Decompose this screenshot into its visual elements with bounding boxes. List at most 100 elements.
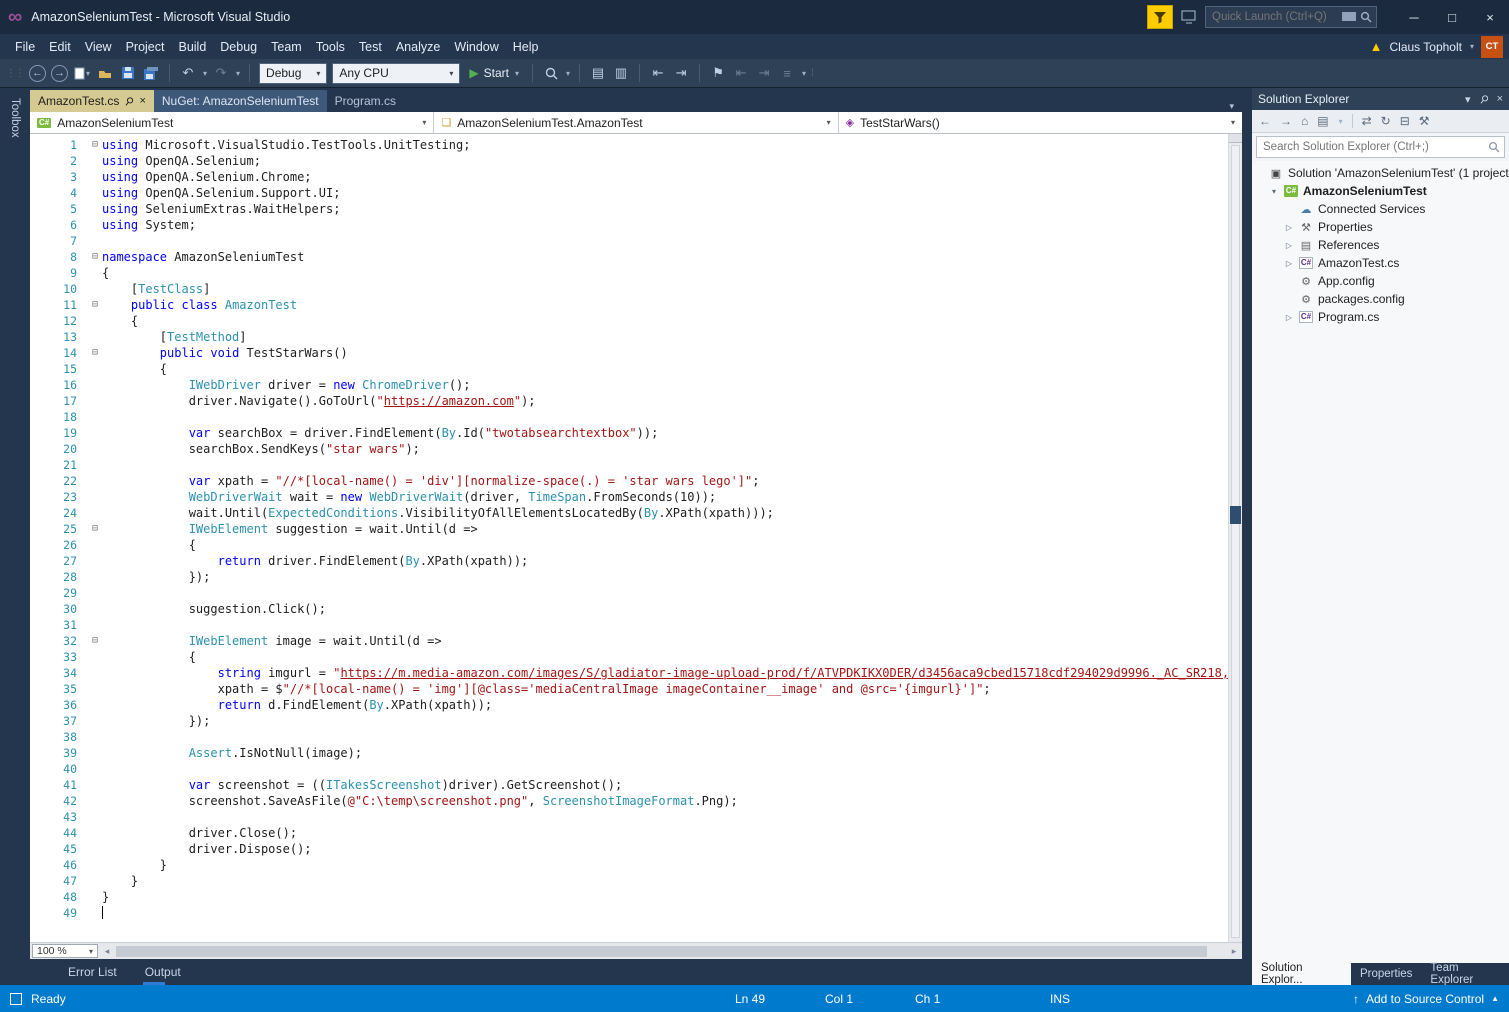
code-line-9[interactable]: 9{ bbox=[30, 265, 1228, 281]
split-handle[interactable] bbox=[1229, 134, 1242, 143]
scrollbar-thumb[interactable] bbox=[1231, 145, 1240, 938]
code-line-41[interactable]: 41 var screenshot = ((ITakesScreenshot)d… bbox=[30, 777, 1228, 793]
code-line-2[interactable]: 2using OpenQA.Selenium; bbox=[30, 153, 1228, 169]
outline-icon[interactable]: ≡ bbox=[778, 63, 796, 83]
search-icon[interactable] bbox=[1488, 141, 1500, 153]
solution-search-box[interactable] bbox=[1256, 136, 1505, 158]
undo-icon[interactable]: ↶ bbox=[179, 63, 197, 83]
code-line-39[interactable]: 39 Assert.IsNotNull(image); bbox=[30, 745, 1228, 761]
scope-icon[interactable]: ▤ bbox=[1317, 114, 1328, 128]
navigate-to-icon[interactable] bbox=[542, 63, 560, 83]
pin-icon[interactable]: ⚲ bbox=[122, 93, 137, 108]
code-line-10[interactable]: 10 [TestClass] bbox=[30, 281, 1228, 297]
close-panel-icon[interactable]: × bbox=[1497, 93, 1503, 105]
tree-item[interactable]: ☁Connected Services bbox=[1252, 200, 1509, 218]
comment-icon[interactable]: ▤ bbox=[589, 63, 607, 83]
tab-solution-explorer[interactable]: Solution Explor... bbox=[1252, 963, 1351, 985]
code-line-31[interactable]: 31 bbox=[30, 617, 1228, 633]
tree-item[interactable]: ⚙packages.config bbox=[1252, 290, 1509, 308]
menu-edit[interactable]: Edit bbox=[42, 37, 78, 57]
code-line-7[interactable]: 7 bbox=[30, 233, 1228, 249]
avatar[interactable]: CT bbox=[1481, 36, 1503, 58]
tab-nuget[interactable]: NuGet: AmazonSeleniumTest bbox=[154, 90, 327, 112]
menu-view[interactable]: View bbox=[78, 37, 119, 57]
code-line-11[interactable]: 11⊟ public class AmazonTest bbox=[30, 297, 1228, 313]
menu-help[interactable]: Help bbox=[506, 37, 546, 57]
code-line-42[interactable]: 42 screenshot.SaveAsFile(@"C:\temp\scree… bbox=[30, 793, 1228, 809]
maximize-button[interactable]: □ bbox=[1433, 0, 1471, 34]
chevron-collapsed-icon[interactable]: ▷ bbox=[1284, 313, 1294, 322]
refresh-icon[interactable]: ↻ bbox=[1381, 114, 1391, 128]
code-line-24[interactable]: 24 wait.Until(ExpectedConditions.Visibil… bbox=[30, 505, 1228, 521]
minimize-button[interactable]: ─ bbox=[1395, 0, 1433, 34]
menu-file[interactable]: File bbox=[8, 37, 42, 57]
code-line-45[interactable]: 45 driver.Dispose(); bbox=[30, 841, 1228, 857]
navigate-forward-icon[interactable]: → bbox=[51, 65, 68, 82]
code-line-44[interactable]: 44 driver.Close(); bbox=[30, 825, 1228, 841]
chevron-down-icon[interactable]: ▾ bbox=[802, 69, 806, 78]
user-dropdown-icon[interactable]: ▾ bbox=[1470, 42, 1474, 51]
code-editor[interactable]: 1⊟using Microsoft.VisualStudio.TestTools… bbox=[30, 134, 1242, 942]
redo-dropdown-icon[interactable]: ▾ bbox=[236, 69, 240, 78]
outdent-icon[interactable]: ⇤ bbox=[649, 63, 667, 83]
code-line-22[interactable]: 22 var xpath = "//*[local-name() = 'div'… bbox=[30, 473, 1228, 489]
code-line-49[interactable]: 49 bbox=[30, 905, 1228, 921]
menu-team[interactable]: Team bbox=[264, 37, 309, 57]
tab-amazontest-cs[interactable]: AmazonTest.cs ⚲ × bbox=[30, 90, 154, 112]
start-debug-button[interactable]: ▶ Start ▾ bbox=[465, 66, 523, 80]
window-position-icon[interactable]: ▾ bbox=[1465, 93, 1471, 106]
close-tab-icon[interactable]: × bbox=[139, 95, 145, 107]
fold-collapse-icon[interactable]: ⊟ bbox=[88, 345, 102, 361]
toolbox-tab[interactable]: Toolbox bbox=[0, 88, 30, 985]
chevron-down-icon[interactable]: ▾ bbox=[566, 69, 570, 78]
tab-program-cs[interactable]: Program.cs bbox=[327, 90, 404, 112]
code-line-25[interactable]: 25⊟ IWebElement suggestion = wait.Until(… bbox=[30, 521, 1228, 537]
close-button[interactable]: × bbox=[1471, 0, 1509, 34]
chevron-collapsed-icon[interactable]: ▷ bbox=[1284, 259, 1294, 268]
bookmark-icon[interactable]: ⚑ bbox=[709, 63, 727, 83]
toolbar-overflow[interactable]: ⁞ bbox=[811, 68, 813, 79]
menu-project[interactable]: Project bbox=[119, 37, 172, 57]
uncomment-icon[interactable]: ▥ bbox=[612, 63, 630, 83]
project-dropdown[interactable]: C# AmazonSeleniumTest ▾ bbox=[30, 112, 434, 133]
chevron-collapsed-icon[interactable]: ▷ bbox=[1284, 223, 1294, 232]
tree-item[interactable]: ▷▤References bbox=[1252, 236, 1509, 254]
menu-window[interactable]: Window bbox=[447, 37, 505, 57]
user-name[interactable]: Claus Topholt bbox=[1389, 40, 1462, 54]
horizontal-scrollbar[interactable] bbox=[116, 946, 1225, 957]
pin-icon[interactable]: ⚲ bbox=[1476, 91, 1491, 106]
tree-item[interactable]: ▾C#AmazonSeleniumTest bbox=[1252, 182, 1509, 200]
code-line-1[interactable]: 1⊟using Microsoft.VisualStudio.TestTools… bbox=[30, 137, 1228, 153]
code-line-5[interactable]: 5using SeleniumExtras.WaitHelpers; bbox=[30, 201, 1228, 217]
tree-item[interactable]: ▷⚒Properties bbox=[1252, 218, 1509, 236]
menu-analyze[interactable]: Analyze bbox=[389, 37, 447, 57]
quick-launch-input[interactable] bbox=[1210, 10, 1338, 24]
code-line-30[interactable]: 30 suggestion.Click(); bbox=[30, 601, 1228, 617]
solution-search-input[interactable] bbox=[1261, 140, 1488, 154]
sync-icon[interactable]: ⇄ bbox=[1362, 114, 1372, 128]
code-line-27[interactable]: 27 return driver.FindElement(By.XPath(xp… bbox=[30, 553, 1228, 569]
scroll-left-icon[interactable]: ◂ bbox=[101, 946, 113, 957]
code-line-23[interactable]: 23 WebDriverWait wait = new WebDriverWai… bbox=[30, 489, 1228, 505]
navigate-back-icon[interactable]: ← bbox=[29, 65, 46, 82]
code-line-48[interactable]: 48} bbox=[30, 889, 1228, 905]
tree-item[interactable]: ▷C#Program.cs bbox=[1252, 308, 1509, 326]
redo-icon[interactable]: ↷ bbox=[212, 63, 230, 83]
code-line-8[interactable]: 8⊟namespace AmazonSeleniumTest bbox=[30, 249, 1228, 265]
code-line-13[interactable]: 13 [TestMethod] bbox=[30, 329, 1228, 345]
indent-icon[interactable]: ⇥ bbox=[672, 63, 690, 83]
fold-collapse-icon[interactable]: ⊟ bbox=[88, 633, 102, 649]
save-all-icon[interactable] bbox=[142, 63, 160, 83]
tab-output[interactable]: Output bbox=[143, 961, 183, 983]
code-line-29[interactable]: 29 bbox=[30, 585, 1228, 601]
forward-icon[interactable]: → bbox=[1280, 114, 1292, 128]
code-line-12[interactable]: 12 { bbox=[30, 313, 1228, 329]
code-line-40[interactable]: 40 bbox=[30, 761, 1228, 777]
chevron-collapsed-icon[interactable]: ▷ bbox=[1284, 241, 1294, 250]
add-to-source-control-button[interactable]: ↑ Add to Source Control ▲ bbox=[1353, 992, 1499, 1006]
undo-dropdown-icon[interactable]: ▾ bbox=[203, 69, 207, 78]
tab-list-dropdown-icon[interactable]: ▾ bbox=[1221, 101, 1242, 112]
back-icon[interactable]: ← bbox=[1259, 114, 1271, 128]
new-file-icon[interactable]: ▾ bbox=[73, 63, 91, 83]
tab-team-explorer[interactable]: Team Explorer bbox=[1421, 963, 1509, 985]
